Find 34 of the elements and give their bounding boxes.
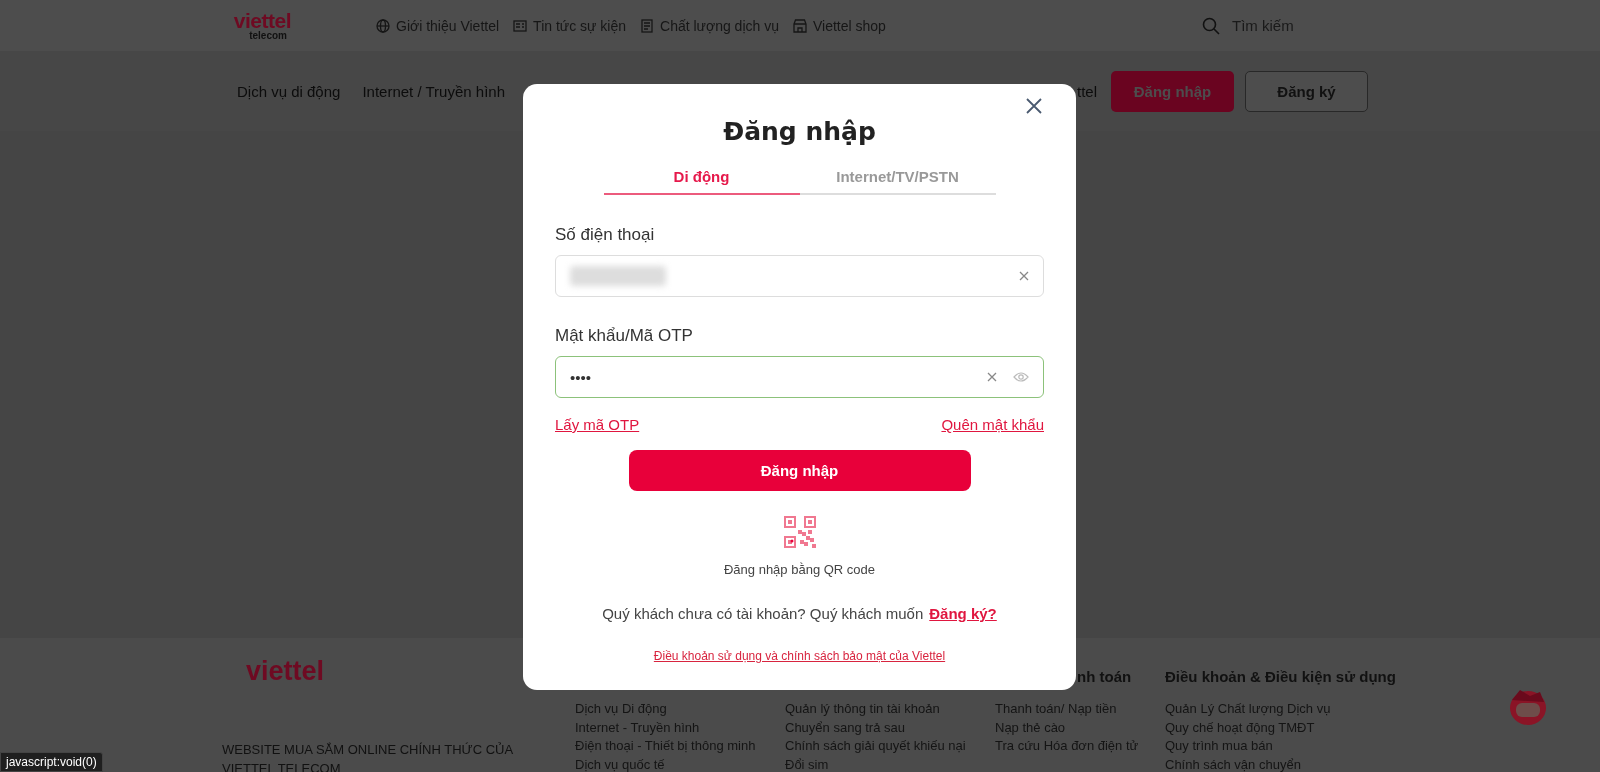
input-field[interactable]: •••• [555, 356, 1044, 398]
shop-icon [792, 18, 807, 33]
dialog-title: Đăng nhập [722, 116, 877, 148]
menu-item[interactable]: Internet / Truyền hình [362, 82, 505, 100]
field-label: Mật khẩu/Mã OTP [555, 326, 694, 346]
logo[interactable]: viettel [246, 656, 325, 687]
nav-link[interactable]: Viettel shop [812, 17, 886, 34]
login-button[interactable]: Đăng nhập [1111, 70, 1234, 112]
close-button[interactable] [1026, 98, 1042, 114]
terms-link[interactable]: Điều khoản sử dụng và chính sách bảo mật của Viettel [653, 649, 946, 663]
globe-icon [376, 18, 390, 33]
input-field[interactable] [555, 255, 1044, 297]
column-heading: nh toán [1077, 668, 1132, 686]
signup-prompt: Quý khách chưa có tài khoản? Quý khách muốn [602, 605, 924, 622]
status-bar: javascript:void(0) [0, 752, 103, 772]
close-icon [1026, 98, 1042, 114]
field-label: Số điện thoại [555, 225, 656, 245]
newspaper-icon [513, 18, 528, 33]
login-button[interactable]: Đăng nhập [628, 450, 971, 491]
menu-item[interactable]: Dịch vụ di động [237, 82, 341, 100]
book-icon [640, 18, 654, 33]
search-icon [1202, 16, 1220, 35]
eye-icon [1013, 371, 1029, 383]
qr-code-icon [783, 516, 816, 548]
menu-item[interactable]: ttel [1077, 82, 1097, 100]
column-heading: Điều khoản & Điều kiện sử dụng [1165, 668, 1396, 686]
qr-login-text: Đăng nhập bằng QR code [722, 562, 877, 577]
otp-link[interactable]: Lấy mã OTP [555, 416, 640, 433]
tab[interactable]: Di động [603, 166, 800, 195]
signup-link[interactable]: Đăng ký? [929, 605, 997, 622]
logo[interactable]: viettel telecom [205, 10, 291, 41]
tab[interactable]: Internet/TV/PSTN [799, 166, 996, 195]
register-button[interactable]: Đăng ký [1245, 70, 1368, 112]
forgot-password-link[interactable]: Quên mật khẩu [941, 416, 1044, 433]
